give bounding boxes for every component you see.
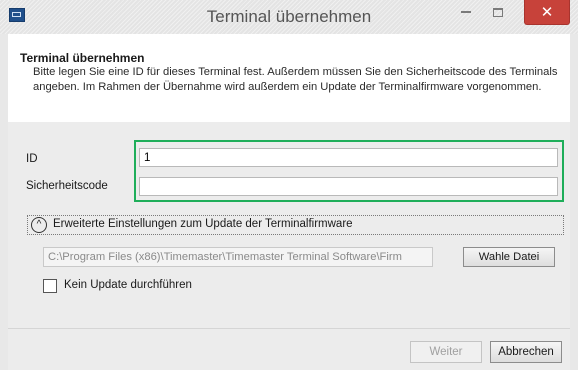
window-border-right — [570, 34, 578, 370]
close-button[interactable]: ✕ — [524, 0, 570, 25]
advanced-settings-expander[interactable]: ^ Erweiterte Einstellungen zum Update de… — [27, 215, 564, 235]
minimize-icon — [461, 11, 471, 13]
firmware-path-field[interactable]: C:\Program Files (x86)\Timemaster\Timema… — [43, 247, 433, 267]
close-icon: ✕ — [540, 4, 554, 21]
security-code-input[interactable] — [139, 177, 558, 196]
dialog-content: ID Sicherheitscode ^ Erweiterte Einstell… — [8, 122, 570, 328]
dialog-header: Terminal übernehmen Bitte legen Sie eine… — [8, 34, 570, 122]
dialog-footer: Weiter Abbrechen — [8, 328, 570, 370]
cancel-button[interactable]: Abbrechen — [490, 341, 562, 363]
chevron-up-icon[interactable]: ^ — [31, 217, 47, 233]
advanced-settings-label: Erweiterte Einstellungen zum Update der … — [53, 218, 353, 230]
dialog-window: Terminal übernehmen ✕ Terminal übernehme… — [0, 0, 578, 370]
maximize-icon — [493, 7, 503, 17]
maximize-button[interactable] — [483, 0, 513, 24]
header-description: Bitte legen Sie eine ID für dieses Termi… — [33, 66, 558, 93]
skip-update-checkbox[interactable] — [43, 279, 57, 293]
id-input[interactable] — [139, 148, 558, 167]
minimize-button[interactable] — [451, 0, 481, 24]
security-code-label: Sicherheitscode — [26, 180, 108, 192]
choose-file-button[interactable]: Wahle Datei — [463, 247, 555, 267]
window-border-left — [0, 34, 8, 370]
skip-update-label[interactable]: Kein Update durchführen — [64, 279, 192, 291]
id-label: ID — [26, 153, 38, 165]
next-button[interactable]: Weiter — [410, 341, 482, 363]
title-bar[interactable]: Terminal übernehmen ✕ — [0, 0, 578, 34]
header-title: Terminal übernehmen — [20, 51, 145, 65]
